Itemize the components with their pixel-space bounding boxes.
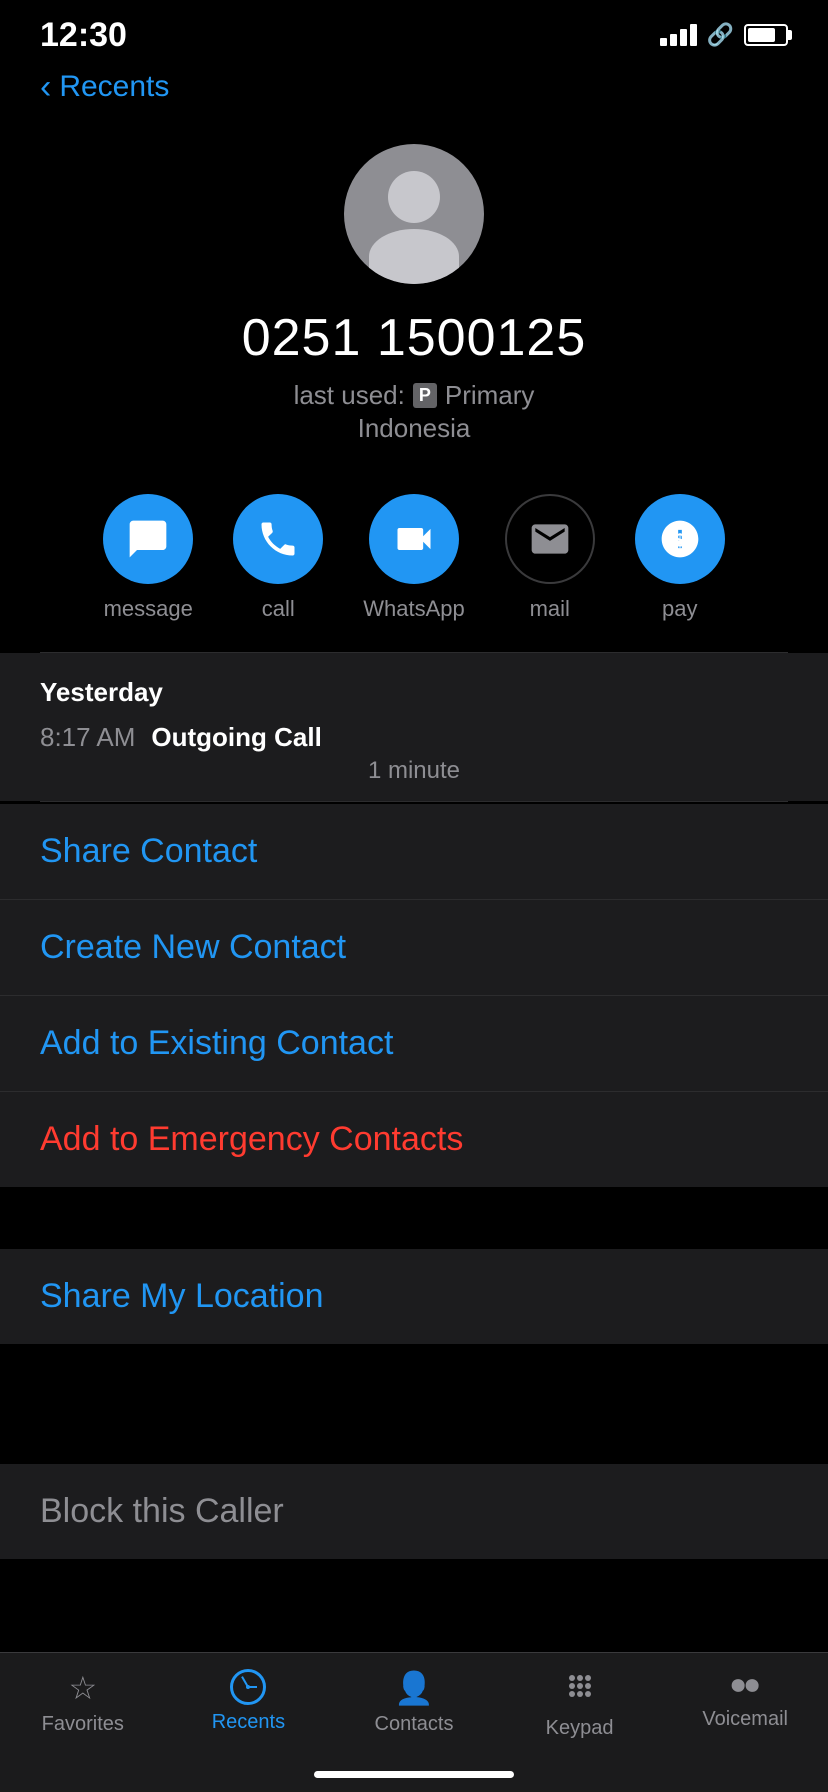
call-date: Yesterday (40, 677, 788, 708)
whatsapp-icon (392, 517, 436, 561)
recents-label: Recents (212, 1711, 285, 1734)
message-circle (103, 494, 193, 584)
add-emergency-contacts-item[interactable]: Add to Emergency Contacts (0, 1092, 828, 1187)
gap-1 (0, 1187, 828, 1247)
back-label: Recents (59, 70, 169, 104)
voicemail-label: Voicemail (702, 1708, 788, 1731)
menu-section: Share Contact Create New Contact Add to … (0, 804, 828, 1187)
phone-number: 0251 1500125 (242, 308, 587, 368)
divider-2 (40, 801, 788, 802)
recents-icon (230, 1669, 266, 1705)
status-bar: 12:30 🔗 (0, 0, 828, 60)
action-buttons: message call WhatsApp mail (0, 474, 828, 652)
message-action[interactable]: message (103, 494, 193, 622)
primary-label: Primary (445, 380, 535, 411)
link-icon: 🔗 (707, 22, 734, 48)
gap-2 (0, 1344, 828, 1404)
svg-text:$: $ (675, 529, 685, 550)
contact-section: 0251 1500125 last used: P Primary Indone… (0, 124, 828, 474)
avatar (344, 144, 484, 284)
back-chevron-icon: ‹ (40, 70, 51, 104)
call-icon (256, 517, 300, 561)
pay-icon: $ (658, 517, 702, 561)
primary-badge: P (413, 383, 437, 408)
favorites-label: Favorites (42, 1713, 124, 1736)
signal-icon (660, 24, 697, 46)
mail-action[interactable]: mail (505, 494, 595, 622)
whatsapp-action[interactable]: WhatsApp (363, 494, 465, 622)
call-label: call (262, 596, 295, 622)
tab-keypad[interactable]: Keypad (497, 1669, 663, 1740)
call-duration: 1 minute (40, 757, 788, 785)
share-contact-item[interactable]: Share Contact (0, 804, 828, 900)
mail-label: mail (530, 596, 570, 622)
tab-voicemail[interactable]: ⏺⏺ Voicemail (662, 1669, 828, 1731)
tab-favorites[interactable]: ☆ Favorites (0, 1669, 166, 1736)
call-time-type: 8:17 AM Outgoing Call (40, 722, 788, 753)
add-existing-contact-item[interactable]: Add to Existing Contact (0, 996, 828, 1092)
battery-icon (744, 24, 788, 46)
call-type: Outgoing Call (151, 722, 321, 753)
pay-circle: $ (635, 494, 725, 584)
call-circle (233, 494, 323, 584)
call-time: 8:17 AM (40, 722, 135, 753)
voicemail-icon: ⏺⏺ (731, 1669, 759, 1702)
share-location-section: Share My Location (0, 1249, 828, 1344)
header: ‹ Recents (0, 60, 828, 124)
pay-action[interactable]: $ pay (635, 494, 725, 622)
whatsapp-circle (369, 494, 459, 584)
home-indicator (314, 1771, 514, 1778)
message-icon (126, 517, 170, 561)
last-used-label: last used: (294, 380, 405, 411)
tab-recents[interactable]: Recents (166, 1669, 332, 1734)
back-button[interactable]: ‹ Recents (40, 70, 788, 104)
status-time: 12:30 (40, 16, 127, 55)
pay-label: pay (662, 596, 697, 622)
call-action[interactable]: call (233, 494, 323, 622)
whatsapp-label: WhatsApp (363, 596, 465, 622)
favorites-icon: ☆ (68, 1669, 97, 1707)
country-label: Indonesia (358, 413, 471, 444)
keypad-label: Keypad (546, 1717, 614, 1740)
create-new-contact-item[interactable]: Create New Contact (0, 900, 828, 996)
message-label: message (104, 596, 193, 622)
tab-contacts[interactable]: 👤 Contacts (331, 1669, 497, 1736)
mail-icon (528, 517, 572, 561)
contacts-label: Contacts (375, 1713, 454, 1736)
block-caller-item[interactable]: Block this Caller (0, 1464, 828, 1559)
call-history: Yesterday 8:17 AM Outgoing Call 1 minute (0, 653, 828, 801)
share-location-item[interactable]: Share My Location (0, 1249, 828, 1344)
last-used-line: last used: P Primary (294, 380, 535, 411)
block-section: Block this Caller (0, 1464, 828, 1559)
keypad-icon (564, 1669, 596, 1711)
status-icons: 🔗 (660, 22, 788, 48)
mail-circle (505, 494, 595, 584)
call-entry: 8:17 AM Outgoing Call 1 minute (40, 722, 788, 785)
contacts-icon: 👤 (394, 1669, 434, 1707)
